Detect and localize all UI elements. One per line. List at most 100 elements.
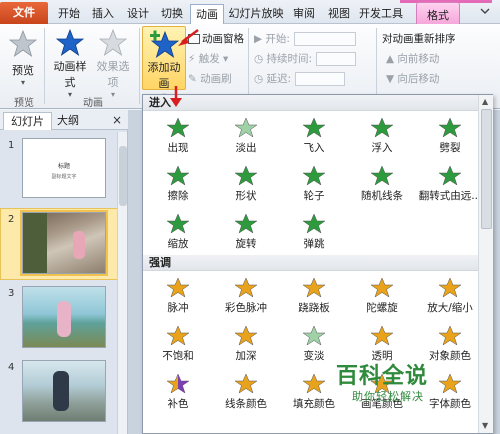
emphasis-item[interactable]: 陀螺旋 [349,273,415,317]
animation-pane-button[interactable]: 动画窗格 [188,30,244,48]
timing-duration-input[interactable] [316,52,357,66]
emphasis-item[interactable]: 线条颜色 [213,369,279,413]
tab-file[interactable]: 文件 [0,2,48,24]
emphasis-item[interactable]: 放大/缩小 [417,273,483,317]
delay-icon: ◷ [254,73,264,85]
tab-outline[interactable]: 大纲 [50,112,86,130]
entrance-item-label: 缩放 [167,238,189,250]
gallery-scrollbar[interactable]: ▲ ▼ [478,95,493,433]
effect-star-icon [302,325,326,346]
emphasis-item[interactable]: 加深 [213,321,279,365]
entrance-item[interactable]: 擦除 [145,161,211,205]
entrance-item[interactable]: 形状 [213,161,279,205]
scroll-down-icon[interactable]: ▼ [482,421,488,430]
clock-icon: ◷ [254,53,264,65]
emphasis-item-label: 脉冲 [167,302,189,314]
entrance-item-label: 出现 [167,142,189,154]
group-separator [139,28,140,104]
move-earlier-label: 向前移动 [397,53,440,65]
effect-star-icon [302,373,326,394]
preview-button[interactable]: 预览 ▾ [6,28,40,87]
effect-options-icon [98,28,128,56]
trigger-button[interactable]: ⚡ 触发 ▾ [188,50,228,68]
preview-star-icon [8,29,38,57]
emphasis-item[interactable]: 彩色脉冲 [213,273,279,317]
entrance-item[interactable]: 翻转式由远... [417,161,483,205]
emphasis-item-label: 陀螺旋 [366,302,398,314]
effect-star-icon [438,277,462,298]
slide-preview: 标题 副标题文字 [22,138,106,198]
emphasis-item[interactable]: 脉冲 [145,273,211,317]
animation-painter-button[interactable]: ✎ 动画刷 [188,70,232,88]
entrance-item[interactable]: 弹跳 [281,209,347,253]
scrollbar-thumb[interactable] [119,146,127,206]
watermark-subtitle: 助你轻松解决 [352,390,424,403]
emphasis-item[interactable]: 补色 [145,369,211,413]
effect-star-icon [166,165,190,186]
entrance-item-label: 旋转 [235,238,257,250]
entrance-item-label: 翻转式由远... [418,190,482,202]
photo-foliage [23,213,47,273]
entrance-item[interactable]: 劈裂 [417,113,483,157]
entrance-item[interactable]: 出现 [145,113,211,157]
watermark-title: 百科全说 [336,364,429,389]
slides-pane: 幻灯片 大纲 × 1 标题 副标题文字 2 3 4 [0,110,128,434]
tab-format-label: 格式 [427,9,449,22]
slide-photo-seaside [22,286,106,348]
animation-group-label: 动画 [83,98,103,109]
scroll-up-icon[interactable]: ▲ [482,97,488,106]
tab-insert[interactable]: 插入 [88,4,118,24]
slide-subtitle-text: 副标题文字 [51,174,77,180]
tab-format[interactable]: 格式 [416,2,460,24]
entrance-item[interactable]: 缩放 [145,209,211,253]
tab-slideshow[interactable]: 幻灯片放映 [228,4,284,24]
tab-view[interactable]: 视图 [324,4,354,24]
trigger-icon: ⚡ [188,53,196,65]
tab-home[interactable]: 开始 [54,4,84,24]
effect-star-icon [302,165,326,186]
timing-delay-input[interactable] [295,72,346,86]
tab-design[interactable]: 设计 [123,4,153,24]
add-animation-button[interactable]: 添加动画 ▾ [142,26,186,100]
tab-animations[interactable]: 动画 [190,4,224,24]
tab-developer[interactable]: 开发工具 [358,4,404,24]
tab-transitions[interactable]: 切换 [157,4,187,24]
emphasis-item[interactable]: 跷跷板 [281,273,347,317]
tab-review[interactable]: 审阅 [289,4,319,24]
emphasis-item-label: 不饱和 [162,350,194,362]
entrance-item[interactable]: 随机线条 [349,161,415,205]
emphasis-item[interactable]: 不饱和 [145,321,211,365]
timing-duration-field[interactable]: ◷ 持续时间: [254,50,357,68]
emphasis-item-label: 放大/缩小 [427,302,473,314]
effect-star-icon [370,277,394,298]
effect-star-icon [370,165,394,186]
emphasis-item-label: 补色 [167,398,189,410]
slide-number: 1 [8,140,15,151]
animation-star-icon [55,28,85,56]
scrollbar-thumb[interactable] [481,109,492,229]
timing-start-combo[interactable] [293,32,356,46]
tab-slides[interactable]: 幻灯片 [3,112,52,130]
effect-star-icon [234,213,258,234]
minimize-ribbon-icon[interactable] [480,6,490,16]
animation-styles-label: 动画样式 [53,60,87,89]
entrance-item[interactable]: 轮子 [281,161,347,205]
arrow-down-icon: ▼ [386,73,395,85]
close-icon[interactable]: × [110,113,124,127]
entrance-item[interactable]: 旋转 [213,209,279,253]
effect-star-icon [166,373,190,394]
timing-delay-field[interactable]: ◷ 延迟: [254,70,346,88]
entrance-item[interactable]: 淡出 [213,113,279,157]
reorder-title: 对动画重新排序 [382,33,456,45]
entrance-item-label: 浮入 [371,142,393,154]
entrance-item[interactable]: 浮入 [349,113,415,157]
move-later-button[interactable]: ▼ 向后移动 [386,70,439,88]
entrance-item[interactable]: 飞入 [281,113,347,157]
animation-styles-button[interactable]: 动画样式 ▾ [50,28,90,99]
effect-options-button[interactable]: 效果选项 ▾ [92,28,134,99]
add-animation-icon [150,30,180,58]
effect-star-icon [234,165,258,186]
move-earlier-button[interactable]: ▲ 向前移动 [386,50,439,68]
timing-start-field[interactable]: ▶ 开始: [254,30,356,48]
slides-scrollbar[interactable] [117,132,127,434]
